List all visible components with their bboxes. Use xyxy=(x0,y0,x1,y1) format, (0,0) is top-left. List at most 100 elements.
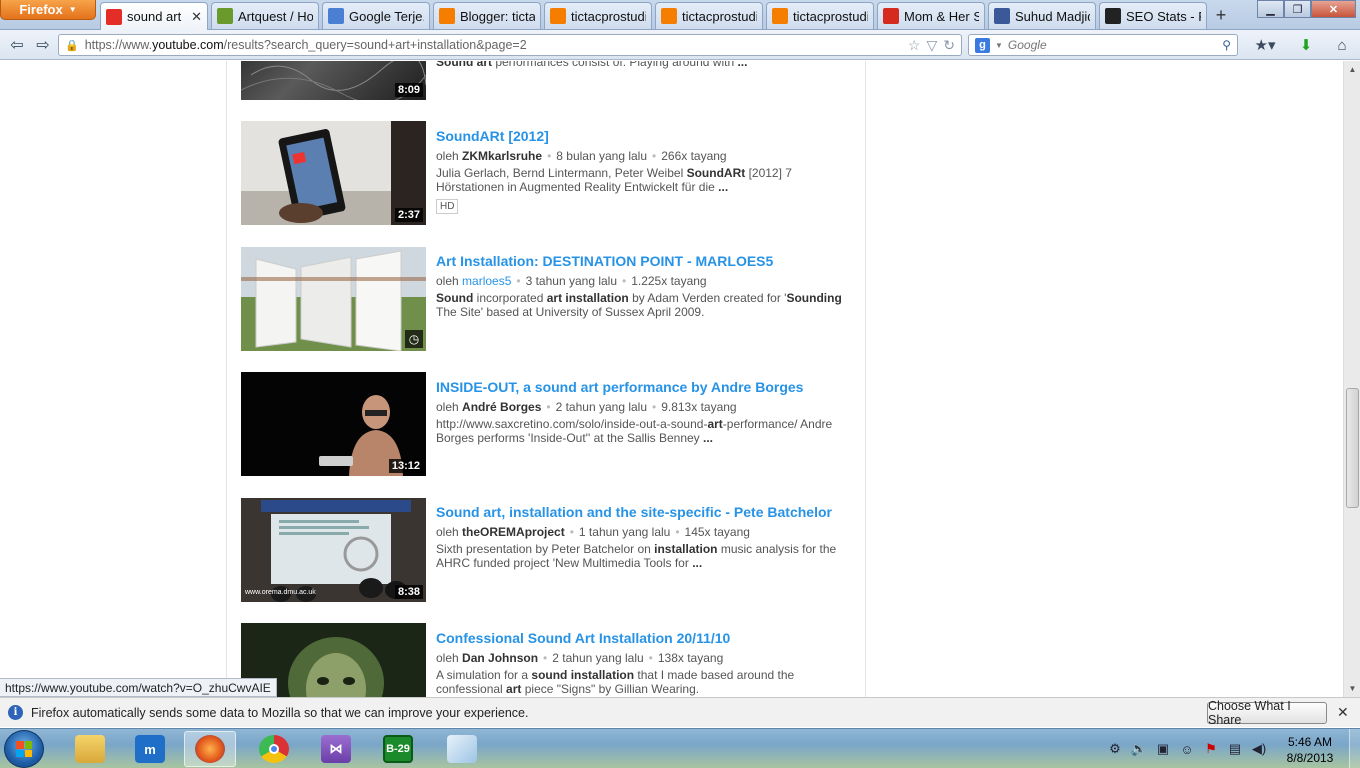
blogger-icon xyxy=(550,8,566,24)
result-title-link[interactable]: Sound art, installation and the site-spe… xyxy=(436,504,848,521)
address-bar[interactable]: 🔒 https://www.youtube.com/results?search… xyxy=(58,34,962,56)
by-prefix: oleh xyxy=(436,651,459,665)
taskbar-b29-app[interactable]: B-29 xyxy=(372,731,424,767)
upload-age: 2 tahun yang lalu xyxy=(552,651,644,665)
volume-icon[interactable]: 🔈 xyxy=(1130,741,1148,757)
channel-link[interactable]: marloes5 xyxy=(462,274,511,288)
result-title-link[interactable]: Confessional Sound Art Installation 20/1… xyxy=(436,630,848,647)
system-clock[interactable]: 5:46 AM 8/8/2013 xyxy=(1280,734,1340,766)
firefox-menu-button[interactable]: Firefox ▼ xyxy=(0,0,96,20)
tab-8[interactable]: Mom & Her S... xyxy=(877,2,985,29)
download-arrow-icon: ⬇ xyxy=(1299,37,1313,54)
bookmark-star-icon[interactable]: ☆ xyxy=(908,37,921,54)
blogger-icon xyxy=(772,8,788,24)
minimize-button[interactable]: ▁ xyxy=(1257,0,1284,18)
scrollbar-thumb[interactable] xyxy=(1346,388,1359,508)
display-icon[interactable]: ▣ xyxy=(1154,741,1172,757)
forward-button[interactable]: ⇨ xyxy=(32,34,54,56)
taskbar-chrome[interactable] xyxy=(248,731,300,767)
tab-label: SEO Stats - Po... xyxy=(1126,8,1201,24)
result-info: Sound art, installation and the site-spe… xyxy=(436,504,848,570)
video-thumbnail[interactable]: 8:09 xyxy=(241,61,426,100)
show-desktop-button[interactable] xyxy=(1349,729,1360,768)
google-engine-icon[interactable]: g xyxy=(975,37,990,53)
restore-button[interactable]: ❐ xyxy=(1284,0,1311,18)
desc-text: The Site' based at University of Sussex … xyxy=(436,305,705,319)
search-placeholder[interactable]: Google xyxy=(1008,38,1217,52)
tab-label: Suhud Madjid xyxy=(1015,8,1090,24)
tab-2[interactable]: Artquest / Ho... xyxy=(211,2,319,29)
desc-highlight: art xyxy=(506,682,522,696)
home-button[interactable]: ⌂ xyxy=(1332,34,1352,56)
clock-icon[interactable]: ◷ xyxy=(405,330,423,348)
tab-10[interactable]: SEO Stats - Po... xyxy=(1099,2,1207,29)
tab-7[interactable]: tictacprostudio xyxy=(766,2,874,29)
chat-icon[interactable]: ☺ xyxy=(1178,742,1196,757)
url-text[interactable]: https://www.youtube.com/results?search_q… xyxy=(85,38,902,52)
taskbar-maxthon[interactable]: m xyxy=(124,731,176,767)
upload-age: 1 tahun yang lalu xyxy=(578,525,671,539)
new-tab-button[interactable]: + xyxy=(1209,3,1233,27)
search-icon[interactable]: ⚲ xyxy=(1222,38,1231,52)
desc-highlight: ... xyxy=(703,431,714,445)
chevron-down-icon: ▼ xyxy=(68,5,77,14)
tab-label: tictacprostudio xyxy=(682,8,757,24)
upload-age: 2 tahun yang lalu xyxy=(555,400,647,414)
tab-6[interactable]: tictacprostudio xyxy=(655,2,763,29)
back-button[interactable]: ⇦ xyxy=(6,34,28,56)
channel-link[interactable]: ZKMkarlsruhe xyxy=(462,149,542,163)
windows-logo-icon xyxy=(16,741,32,757)
network-icon[interactable]: ⚙ xyxy=(1106,741,1124,757)
scroll-up-arrow-icon[interactable]: ▲ xyxy=(1344,61,1360,78)
b29-icon: B-29 xyxy=(383,735,413,763)
tab-5[interactable]: tictacprostudio xyxy=(544,2,652,29)
reload-icon[interactable]: ↻ xyxy=(943,37,955,54)
tab-1[interactable]: sound art i... ✕ xyxy=(100,2,208,30)
result-description: Sound incorporated art installation by A… xyxy=(436,291,848,319)
youtube-icon xyxy=(106,8,122,25)
result-meta: oleh theOREMAproject • 1 tahun yang lalu • 1… xyxy=(436,525,848,540)
vertical-scrollbar[interactable]: ▲ ▼ xyxy=(1343,61,1360,697)
bookmarks-menu-button[interactable]: ★▾ xyxy=(1250,34,1280,56)
view-count: 9.813x tayang xyxy=(661,400,737,414)
close-icon[interactable]: ✕ xyxy=(1337,704,1349,721)
tab-4[interactable]: Blogger: ticta... xyxy=(433,2,541,29)
desc-highlight: Sound art xyxy=(436,61,492,69)
channel-link[interactable]: Dan Johnson xyxy=(462,651,538,665)
tab-close-icon[interactable]: ✕ xyxy=(191,9,202,25)
back-arrow-icon: ⇦ xyxy=(10,37,24,54)
taskbar-firefox[interactable] xyxy=(184,731,236,767)
desc-highlight: art installation xyxy=(546,291,629,305)
result-title-link[interactable]: Art Installation: DESTINATION POINT - MA… xyxy=(436,253,848,270)
tab-3[interactable]: Google Terje... xyxy=(322,2,430,29)
tab-9[interactable]: Suhud Madjid xyxy=(988,2,1096,29)
taskbar-notepad[interactable] xyxy=(436,731,488,767)
channel-link[interactable]: theOREMAproject xyxy=(462,525,565,539)
speaker-icon[interactable]: ◀) xyxy=(1250,741,1268,757)
history-dropdown-icon[interactable]: ▽ xyxy=(926,37,937,54)
window-controls: ▁ ❐ ✕ xyxy=(1257,0,1356,18)
start-button[interactable] xyxy=(4,730,44,768)
engine-dropdown-icon[interactable]: ▼ xyxy=(995,41,1003,50)
choose-what-i-share-button[interactable]: Choose What I Share xyxy=(1207,699,1327,727)
result-title-link[interactable]: INSIDE-OUT, a sound art performance by A… xyxy=(436,379,848,396)
video-thumbnail[interactable]: www.orema.dmu.ac.uk 8:38 xyxy=(241,498,426,602)
tab-label: Google Terje... xyxy=(349,8,424,24)
taskbar-explorer[interactable] xyxy=(64,731,116,767)
window-close-button[interactable]: ✕ xyxy=(1311,0,1356,18)
search-bar[interactable]: g ▼ Google ⚲ xyxy=(968,34,1238,56)
channel-link[interactable]: André Borges xyxy=(462,400,541,414)
video-thumbnail[interactable]: 2:37 xyxy=(241,121,426,225)
flag-warning-icon[interactable]: ⚑ xyxy=(1202,741,1220,757)
wifi-icon[interactable]: ▤ xyxy=(1226,741,1244,757)
desc-text: performances consist of: Playing around … xyxy=(492,61,738,69)
result-title-link[interactable]: SoundARt [2012] xyxy=(436,128,848,145)
scroll-down-arrow-icon[interactable]: ▼ xyxy=(1344,680,1360,697)
column-divider-left xyxy=(226,61,227,697)
video-thumbnail[interactable]: ◷ xyxy=(241,247,426,351)
result-info: Confessional Sound Art Installation 20/1… xyxy=(436,630,848,696)
video-thumbnail[interactable]: 13:12 xyxy=(241,372,426,476)
taskbar-visual-studio[interactable]: ⋈ xyxy=(310,731,362,767)
downloads-button[interactable]: ⬇ xyxy=(1296,34,1316,56)
desc-text: Julia Gerlach, Bernd Lintermann, Peter W… xyxy=(436,166,687,180)
